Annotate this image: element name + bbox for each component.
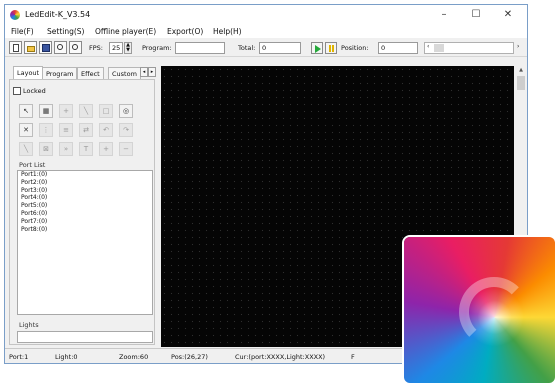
list-item[interactable]: Port5:(0) bbox=[18, 202, 152, 210]
app-logo-icon bbox=[10, 10, 20, 20]
chevron-right-icon[interactable]: › bbox=[517, 43, 519, 50]
close-button[interactable]: ✕ bbox=[493, 7, 523, 23]
status-position: Pos:(26,27) bbox=[171, 353, 208, 361]
new-icon[interactable] bbox=[9, 41, 22, 54]
position-input[interactable]: 0 bbox=[378, 42, 418, 54]
zoom-out-icon[interactable] bbox=[69, 41, 82, 54]
menu-setting[interactable]: Setting(S) bbox=[47, 27, 84, 36]
tab-layout[interactable]: Layout bbox=[13, 66, 44, 79]
chevron-left-icon: ‹ bbox=[427, 43, 430, 50]
menu-help[interactable]: Help(H) bbox=[213, 27, 242, 36]
total-label: Total: bbox=[238, 44, 256, 52]
save-icon[interactable] bbox=[39, 41, 52, 54]
zoom-in-icon[interactable] bbox=[54, 41, 67, 54]
program-input[interactable] bbox=[175, 42, 225, 54]
title-bar: LedEdit-K_V3.54 – ☐ ✕ bbox=[5, 5, 527, 25]
flip-tool-icon[interactable]: ⇄ bbox=[79, 123, 93, 137]
delete-tool-icon[interactable]: ✕ bbox=[19, 123, 33, 137]
rainbow-swirl-logo bbox=[404, 237, 555, 383]
fps-input[interactable]: 25 bbox=[109, 42, 123, 54]
diagonal-tool-icon[interactable]: ╲ bbox=[19, 142, 33, 156]
forward-tool-icon[interactable]: » bbox=[59, 142, 73, 156]
lights-field[interactable] bbox=[17, 331, 153, 343]
distribute-tool-icon[interactable]: ≡ bbox=[59, 123, 73, 137]
tab-scroll-left-icon[interactable]: ◂ bbox=[140, 67, 148, 77]
port-list-label: Port List bbox=[19, 161, 46, 169]
scrollbar-thumb[interactable] bbox=[434, 44, 444, 52]
box-tool-icon[interactable]: ⊠ bbox=[39, 142, 53, 156]
menu-export[interactable]: Export(O) bbox=[167, 27, 203, 36]
window-title: LedEdit-K_V3.54 bbox=[25, 10, 91, 19]
tab-effect[interactable]: Effect bbox=[77, 67, 104, 79]
maximize-button[interactable]: ☐ bbox=[461, 7, 491, 23]
position-scrollbar[interactable]: ‹ bbox=[424, 42, 514, 54]
tab-custom[interactable]: Custom bbox=[108, 67, 141, 79]
status-light: Light:0 bbox=[55, 353, 78, 361]
select-tool-icon[interactable]: ↖ bbox=[19, 104, 33, 118]
status-extra: F bbox=[351, 353, 355, 361]
left-panel: Layout Program Effect Custom ◂ ▸ Locked … bbox=[5, 59, 157, 346]
fps-stepper[interactable]: ▲ ▼ bbox=[124, 42, 132, 54]
light-tool-icon[interactable]: ▦ bbox=[39, 104, 53, 118]
open-icon[interactable] bbox=[24, 41, 37, 54]
list-item[interactable]: Port6:(0) bbox=[18, 210, 152, 218]
minus-tool-icon[interactable]: − bbox=[119, 142, 133, 156]
text-tool-icon[interactable]: T bbox=[79, 142, 93, 156]
list-item[interactable]: Port3:(0) bbox=[18, 187, 152, 195]
list-item[interactable]: Port8:(0) bbox=[18, 226, 152, 234]
program-label: Program: bbox=[142, 44, 172, 52]
line-tool-icon[interactable]: ╲ bbox=[79, 104, 93, 118]
rect-tool-icon[interactable]: □ bbox=[99, 104, 113, 118]
circle-tool-icon[interactable]: ◎ bbox=[119, 104, 133, 118]
menu-bar: File(F) Setting(S) Offline player(E) Exp… bbox=[5, 25, 527, 38]
redo-icon[interactable]: ↷ bbox=[119, 123, 133, 137]
add-tool-icon[interactable]: + bbox=[99, 142, 113, 156]
chevron-up-icon[interactable]: ▲ bbox=[515, 66, 527, 75]
toolbar: FPS: 25 ▲ ▼ Program: Total: 0 Position: 0… bbox=[5, 39, 527, 57]
tab-scroll-right-icon[interactable]: ▸ bbox=[148, 67, 156, 77]
port-list[interactable]: Port1:(0) Port2:(0) Port3:(0) Port4:(0) … bbox=[17, 170, 153, 315]
tab-program[interactable]: Program bbox=[42, 67, 78, 79]
list-item[interactable]: Port2:(0) bbox=[18, 179, 152, 187]
status-port: Port:1 bbox=[9, 353, 29, 361]
list-item[interactable]: Port1:(0) bbox=[18, 171, 152, 179]
play-button[interactable] bbox=[311, 42, 323, 54]
play-icon bbox=[315, 45, 321, 53]
position-label: Position: bbox=[341, 44, 369, 52]
status-zoom: Zoom:60 bbox=[119, 353, 149, 361]
menu-file[interactable]: File(F) bbox=[11, 27, 34, 36]
locked-label: Locked bbox=[23, 87, 46, 95]
total-input[interactable]: 0 bbox=[259, 42, 301, 54]
list-item[interactable]: Port4:(0) bbox=[18, 194, 152, 202]
pause-icon bbox=[329, 45, 331, 52]
list-item[interactable]: Port7:(0) bbox=[18, 218, 152, 226]
cross-tool-icon[interactable]: + bbox=[59, 104, 73, 118]
align-tool-icon[interactable]: ⋮ bbox=[39, 123, 53, 137]
menu-offline-player[interactable]: Offline player(E) bbox=[95, 27, 156, 36]
fps-label: FPS: bbox=[89, 44, 103, 52]
status-cursor: Cur:(port:XXXX,Light:XXXX) bbox=[235, 353, 326, 361]
lights-label: Lights bbox=[19, 321, 39, 329]
minimize-button[interactable]: – bbox=[429, 7, 459, 23]
pause-button[interactable] bbox=[325, 42, 337, 54]
locked-checkbox[interactable] bbox=[13, 87, 21, 95]
undo-icon[interactable]: ↶ bbox=[99, 123, 113, 137]
scrollbar-thumb[interactable] bbox=[517, 76, 525, 90]
